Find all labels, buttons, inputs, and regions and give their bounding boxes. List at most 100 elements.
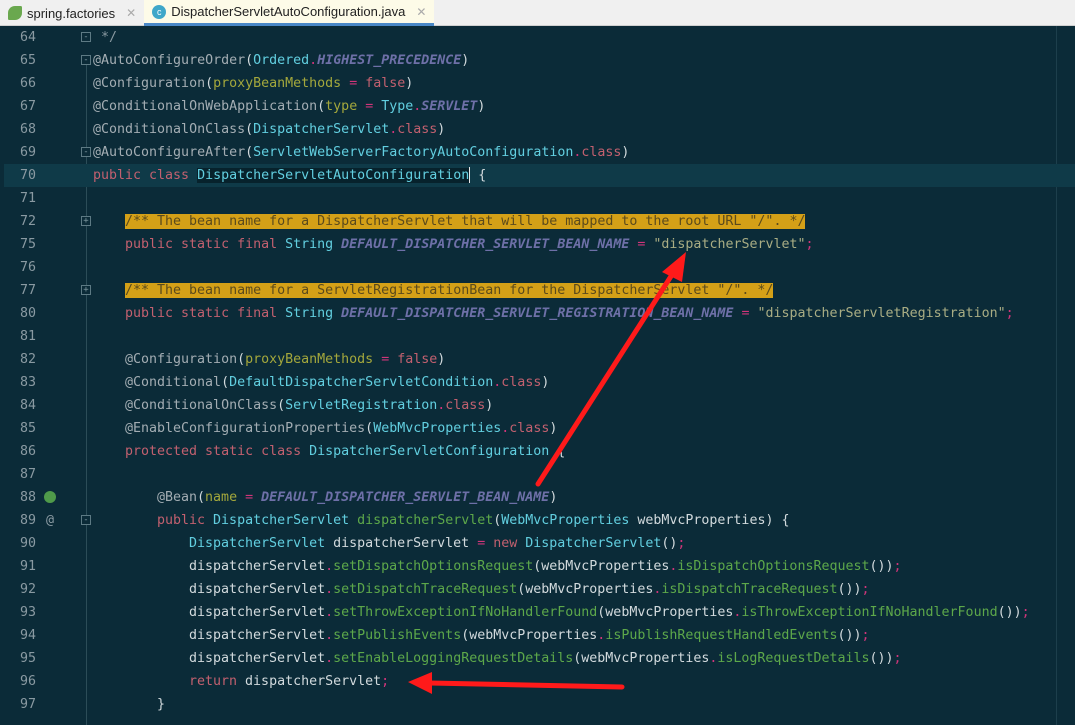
expand-fold-icon[interactable]: + (81, 216, 91, 226)
collapse-fold-icon[interactable]: - (81, 147, 91, 157)
code-text: dispatcherServlet.setThrowExceptionIfNoH… (189, 601, 1030, 624)
code-token: false (365, 76, 406, 91)
code-line[interactable]: 69 - @AutoConfigureAfter(ServletWebServerF… (4, 141, 1075, 164)
code-line[interactable]: 93 dispatcherServlet.setThrowExceptionIfN… (4, 601, 1075, 624)
line-number: 77 (19, 283, 36, 298)
code-token: = (733, 306, 758, 321)
close-icon[interactable]: ✕ (126, 6, 136, 20)
code-token: dispatcherServlet (325, 536, 470, 551)
code-token: ; (893, 651, 902, 666)
code-token: ) (541, 375, 550, 390)
code-line[interactable]: 76 (4, 256, 1075, 279)
code-token: Type (381, 99, 414, 114)
code-token: ( (245, 145, 254, 160)
code-line[interactable]: 84 @ConditionalOnClass(ServletRegistratio… (4, 394, 1075, 417)
code-line[interactable]: 82 @Configuration(proxyBeanMethods = fals… (4, 348, 1075, 371)
collapse-fold-icon[interactable]: - (81, 32, 91, 42)
line-number: 89 (19, 513, 36, 528)
code-token: class (501, 375, 542, 390)
code-line[interactable]: 92 dispatcherServlet.setDispatchTraceRequ… (4, 578, 1075, 601)
code-line[interactable]: 70 public class DispatcherServletAutoConf… (4, 164, 1075, 187)
code-line[interactable]: 67 @ConditionalOnWebApplication(type = Ty… (4, 95, 1075, 118)
code-token: String (285, 237, 334, 252)
code-token: DispatcherServlet (253, 122, 390, 137)
code-line[interactable]: 81 (4, 325, 1075, 348)
code-line[interactable]: 97} (4, 693, 1075, 716)
code-line[interactable]: 85 @EnableConfigurationProperties(WebMvcP… (4, 417, 1075, 440)
code-line[interactable]: 66 @Configuration(proxyBeanMethods = fals… (4, 72, 1075, 95)
code-editor[interactable]: 64- */65- @AutoConfigureOrder(Ordered.HIG… (4, 26, 1075, 725)
code-token: new (493, 536, 526, 551)
code-line[interactable]: 94 dispatcherServlet.setPublishEvents(web… (4, 624, 1075, 647)
line-number: 69 (19, 145, 36, 160)
code-text: @AutoConfigureAfter(ServletWebServerFact… (93, 141, 629, 164)
code-line[interactable]: 91 dispatcherServlet.setDispatchOptionsRe… (4, 555, 1075, 578)
code-token: () (661, 536, 678, 551)
code-token: String (285, 306, 334, 321)
collapse-fold-icon[interactable]: - (81, 515, 91, 525)
code-text: @ConditionalOnClass(DispatcherServlet.cl… (93, 118, 445, 141)
code-line[interactable]: 80 public static final String DEFAULT_DIS… (4, 302, 1075, 325)
code-line[interactable]: 89 @ - public DispatcherServlet dispatcherS… (4, 509, 1075, 532)
code-token: dispatcherServlet (189, 628, 326, 643)
code-token: ( (205, 76, 214, 91)
code-line[interactable]: 87 (4, 463, 1075, 486)
code-text: DispatcherServlet dispatcherServlet = ne… (189, 532, 685, 555)
code-token: DispatcherServlet (213, 513, 350, 528)
code-token: ( (245, 53, 254, 68)
code-line[interactable]: 95 dispatcherServlet.setEnableLoggingRequ… (4, 647, 1075, 670)
line-number: 66 (19, 76, 36, 91)
code-token: proxyBeanMethods (245, 352, 374, 367)
code-line[interactable]: 86 protected static class DispatcherServl… (4, 440, 1075, 463)
code-line[interactable]: 64 - */ (4, 26, 1075, 49)
override-icon[interactable]: @ (42, 509, 58, 532)
code-token: DefaultDispatcherServletCondition (229, 375, 494, 390)
code-line[interactable]: 83 @Conditional(DefaultDispatcherServletC… (4, 371, 1075, 394)
code-token: setEnableLoggingRequestDetails (333, 651, 574, 666)
code-token: ( (245, 122, 254, 137)
code-token: return (189, 674, 246, 689)
tab-label: DispatcherServletAutoConfiguration.java (171, 4, 406, 19)
code-text: @AutoConfigureOrder(Ordered.HIGHEST_PREC… (93, 49, 469, 72)
code-token: ; (861, 582, 870, 597)
expand-fold-icon[interactable]: + (81, 285, 91, 295)
code-line[interactable]: 90 DispatcherServlet dispatcherServlet = … (4, 532, 1075, 555)
code-token: . (325, 559, 334, 574)
code-line[interactable]: 65 - @AutoConfigureOrder(Ordered.HIGHEST_P… (4, 49, 1075, 72)
code-token: = (357, 99, 382, 114)
code-token: class (445, 398, 486, 413)
code-line[interactable]: 71 (4, 187, 1075, 210)
code-token: name (205, 490, 238, 505)
code-token: webMvcProperties) { (629, 513, 790, 528)
code-token: . (325, 605, 334, 620)
code-line[interactable]: 75 public static final String DEFAULT_DIS… (4, 233, 1075, 256)
code-token: setThrowExceptionIfNoHandlerFound (333, 605, 598, 620)
spring-bean-icon[interactable] (42, 486, 58, 511)
code-token: dispatcherServlet (189, 582, 326, 597)
code-token: ; (381, 674, 390, 689)
code-token: ) (477, 99, 486, 114)
code-line[interactable]: 72 + /** The bean name for a DispatcherSer… (4, 210, 1075, 233)
line-number: 82 (19, 352, 36, 367)
tab-dispatcher-servlet-auto-configuration[interactable]: c DispatcherServletAutoConfiguration.jav… (144, 0, 435, 26)
code-token: WebMvcProperties (501, 513, 630, 528)
code-token: class (509, 421, 550, 436)
code-line[interactable]: 96 return dispatcherServlet; (4, 670, 1075, 693)
code-line[interactable]: 68 @ConditionalOnClass(DispatcherServlet.… (4, 118, 1075, 141)
code-token: ServletRegistration (285, 398, 438, 413)
tab-label: spring.factories (27, 5, 116, 21)
code-token: ) (621, 145, 630, 160)
line-number: 70 (19, 168, 36, 183)
code-token: */ (93, 30, 118, 45)
code-line[interactable]: 88 @Bean(name = DEFAULT_DISPATCHER_SERVLE… (4, 486, 1075, 509)
tab-spring-factories[interactable]: spring.factories ✕ (0, 0, 144, 26)
code-token: setDispatchOptionsRequest (333, 559, 534, 574)
line-number: 92 (19, 582, 36, 597)
collapse-fold-icon[interactable]: - (81, 55, 91, 65)
code-token: = (373, 352, 398, 367)
code-token: ) (549, 490, 558, 505)
code-token: ()) (997, 605, 1022, 620)
close-icon[interactable]: ✕ (416, 5, 426, 19)
code-token: . (325, 628, 334, 643)
code-line[interactable]: 77 + /** The bean name for a ServletRegist… (4, 279, 1075, 302)
